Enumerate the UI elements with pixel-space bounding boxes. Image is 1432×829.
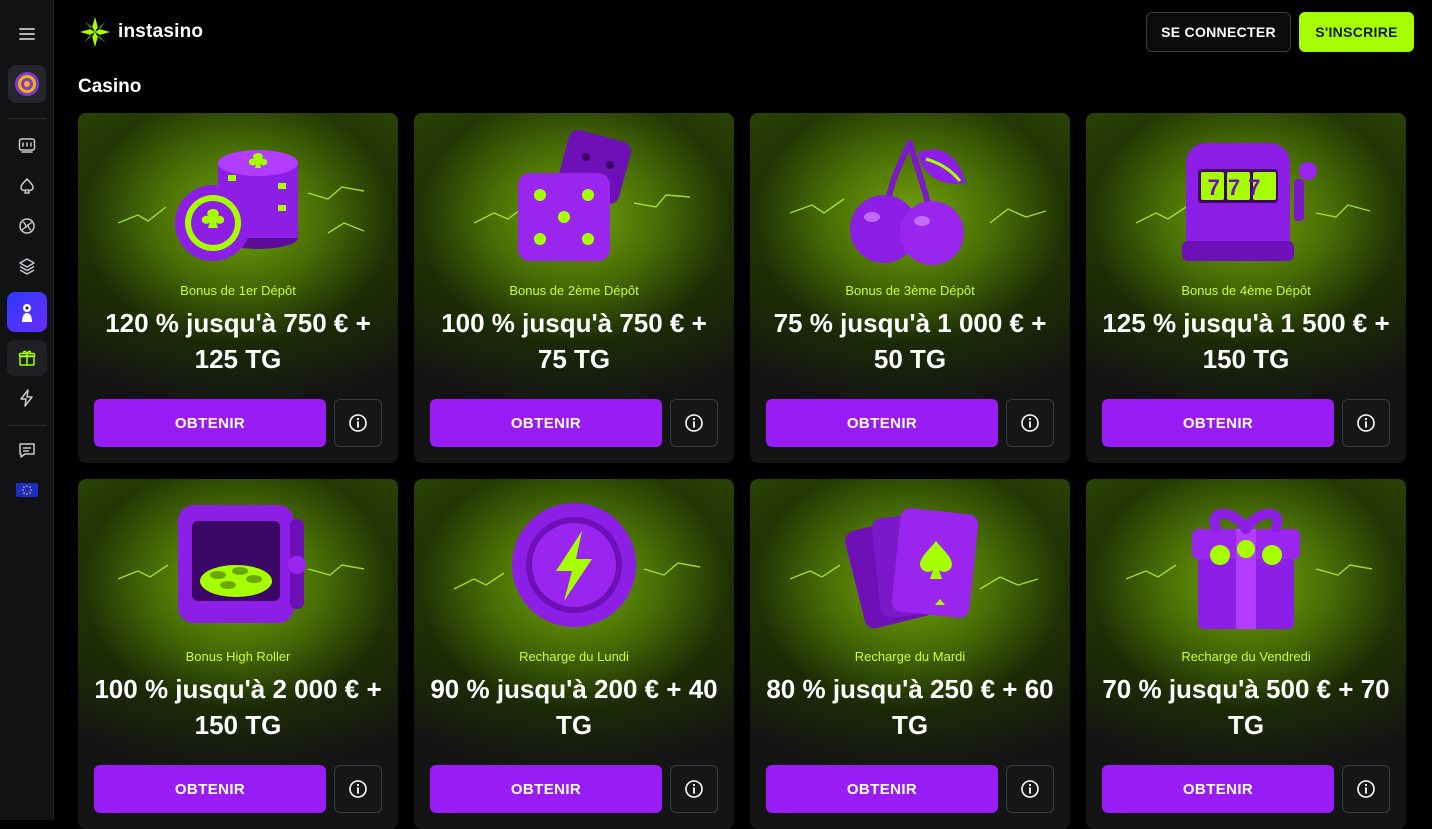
info-button[interactable] bbox=[1006, 765, 1054, 813]
bonus-label: Bonus de 2ème Dépôt bbox=[509, 283, 639, 298]
bonus-title: 120 % jusqu'à 750 € + 125 TG bbox=[105, 308, 371, 374]
info-button[interactable] bbox=[334, 765, 382, 813]
info-button[interactable] bbox=[334, 399, 382, 447]
obtain-button[interactable]: OBTENIR bbox=[1102, 765, 1334, 813]
bonus-label: Bonus High Roller bbox=[185, 649, 291, 664]
promo-character-icon[interactable] bbox=[7, 292, 47, 332]
info-icon bbox=[685, 780, 703, 798]
cherries-icon bbox=[789, 140, 1047, 265]
chips-icon bbox=[117, 150, 365, 261]
bonus-card: Bonus de 3ème Dépôt 75 % jusqu'à 1 000 €… bbox=[750, 113, 1070, 463]
bonus-card: Bonus de 1er Dépôt 120 % jusqu'à 750 € +… bbox=[78, 113, 398, 463]
bonus-label: Recharge du Vendredi bbox=[1181, 649, 1311, 664]
bonus-label: Bonus de 3ème Dépôt bbox=[845, 283, 975, 298]
bonus-title: 75 % jusqu'à 1 000 € + 50 TG bbox=[773, 308, 1047, 374]
spade-icon[interactable] bbox=[7, 168, 47, 204]
bonus-label: Bonus de 4ème Dépôt bbox=[1181, 283, 1311, 298]
obtain-button[interactable]: OBTENIR bbox=[94, 765, 326, 813]
obtain-button[interactable]: OBTENIR bbox=[94, 399, 326, 447]
avatar[interactable] bbox=[8, 65, 46, 103]
sidebar bbox=[0, 0, 54, 820]
info-button[interactable] bbox=[1342, 765, 1390, 813]
info-icon bbox=[1021, 780, 1039, 798]
obtain-button[interactable]: OBTENIR bbox=[766, 765, 998, 813]
info-icon bbox=[349, 414, 367, 432]
info-button[interactable] bbox=[1342, 399, 1390, 447]
info-button[interactable] bbox=[1006, 399, 1054, 447]
bonus-card: Bonus High Roller 100 % jusqu'à 2 000 € … bbox=[78, 479, 398, 829]
login-button[interactable]: SE CONNECTER bbox=[1146, 12, 1291, 52]
slot-reels: 777 bbox=[1208, 175, 1269, 200]
bonus-title: 90 % jusqu'à 200 € + 40 TG bbox=[430, 674, 718, 740]
dice-icon bbox=[473, 130, 691, 261]
info-icon bbox=[349, 780, 367, 798]
obtain-button[interactable]: OBTENIR bbox=[430, 399, 662, 447]
bonus-title: 70 % jusqu'à 500 € + 70 TG bbox=[1102, 674, 1390, 740]
layers-icon[interactable] bbox=[7, 248, 47, 284]
info-button[interactable] bbox=[670, 399, 718, 447]
info-button[interactable] bbox=[670, 765, 718, 813]
bonus-title: 100 % jusqu'à 750 € + 75 TG bbox=[441, 308, 707, 374]
info-icon bbox=[685, 414, 703, 432]
info-icon bbox=[1357, 780, 1375, 798]
bonus-title: 125 % jusqu'à 1 500 € + 150 TG bbox=[1102, 308, 1390, 374]
bonus-label: Recharge du Lundi bbox=[519, 649, 629, 664]
brand-logo[interactable]: instasino bbox=[78, 14, 203, 50]
slot-machine-icon: 777 bbox=[1135, 143, 1371, 261]
lightning-coin-icon bbox=[453, 503, 701, 627]
cards-icon bbox=[789, 508, 1039, 629]
eu-flag-icon[interactable] bbox=[16, 483, 38, 497]
instasino-logo-icon bbox=[79, 16, 111, 48]
obtain-button[interactable]: OBTENIR bbox=[766, 399, 998, 447]
menu-icon[interactable] bbox=[7, 16, 47, 52]
info-icon bbox=[1357, 414, 1375, 432]
gift-box-icon bbox=[1125, 508, 1373, 629]
bonus-card: Bonus de 2ème Dépôt 100 % jusqu'à 750 € … bbox=[414, 113, 734, 463]
bonus-card: Recharge du Vendredi 70 % jusqu'à 500 € … bbox=[1086, 479, 1406, 829]
safe-icon bbox=[117, 505, 365, 623]
bonus-card: 777 Bonus de 4ème Dépôt 125 % jusqu'à 1 … bbox=[1086, 113, 1406, 463]
bonus-title: 80 % jusqu'à 250 € + 60 TG bbox=[766, 674, 1054, 740]
bonus-title: 100 % jusqu'à 2 000 € + 150 TG bbox=[94, 674, 382, 740]
sports-ball-icon[interactable] bbox=[7, 208, 47, 244]
info-icon bbox=[1021, 414, 1039, 432]
chat-icon[interactable] bbox=[7, 432, 47, 468]
bonus-card: Recharge du Mardi 80 % jusqu'à 250 € + 6… bbox=[750, 479, 1070, 829]
slots-icon[interactable] bbox=[7, 127, 47, 163]
avatar-target-icon bbox=[15, 72, 39, 96]
register-button[interactable]: S'INSCRIRE bbox=[1299, 12, 1414, 52]
bonus-card: Recharge du Lundi 90 % jusqu'à 200 € + 4… bbox=[414, 479, 734, 829]
lightning-icon[interactable] bbox=[7, 380, 47, 416]
brand-name: instasino bbox=[118, 21, 204, 42]
bonus-label: Recharge du Mardi bbox=[854, 649, 966, 664]
bonus-label: Bonus de 1er Dépôt bbox=[180, 283, 296, 298]
obtain-button[interactable]: OBTENIR bbox=[430, 765, 662, 813]
obtain-button[interactable]: OBTENIR bbox=[1102, 399, 1334, 447]
bonus-grid: Bonus de 1er Dépôt 120 % jusqu'à 750 € +… bbox=[78, 113, 1406, 829]
section-title: Casino bbox=[78, 76, 142, 97]
gift-icon[interactable] bbox=[7, 340, 47, 376]
